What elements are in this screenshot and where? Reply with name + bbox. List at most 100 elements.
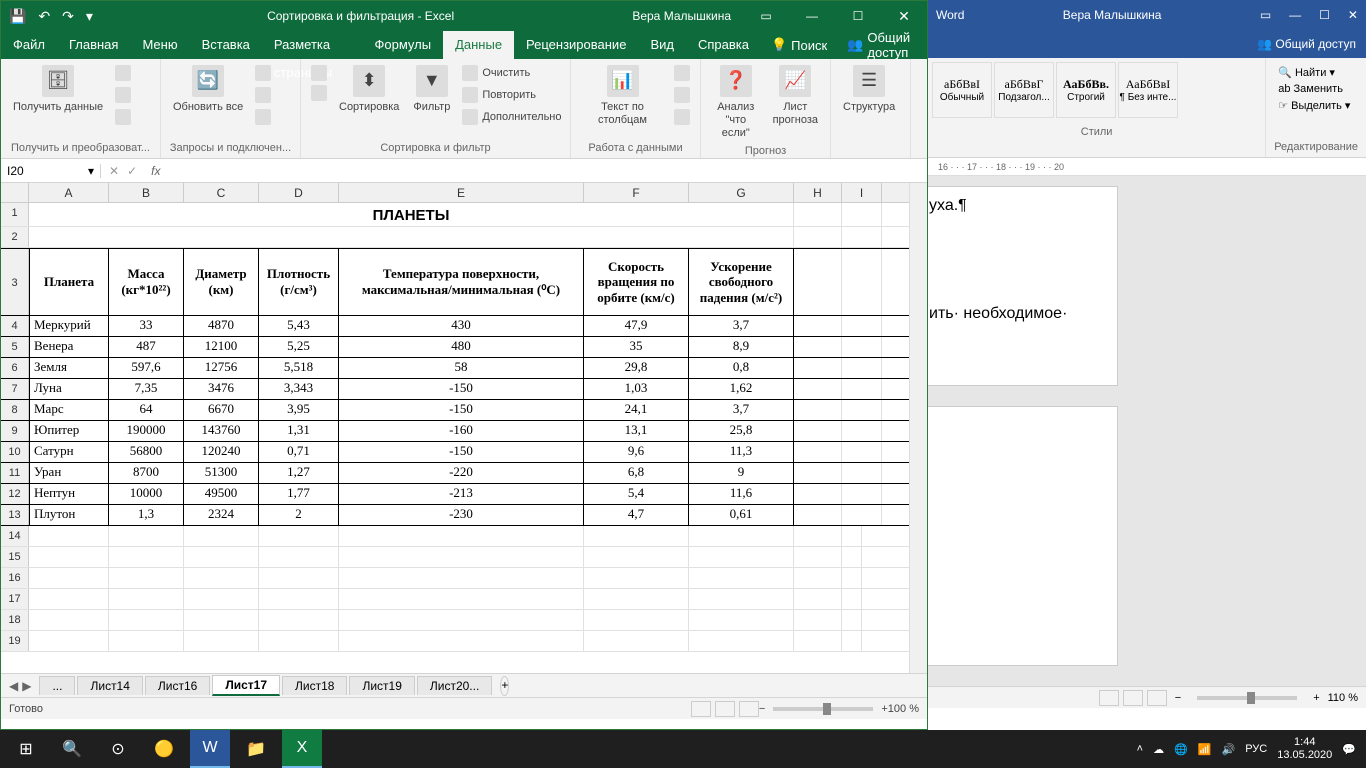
word-web-layout-button[interactable]	[1147, 690, 1167, 706]
enter-icon[interactable]: ✓	[127, 164, 137, 178]
word-ribbon-options-icon[interactable]: ▭	[1260, 8, 1271, 22]
validation-button[interactable]	[672, 107, 692, 127]
data-cell[interactable]: 49500	[184, 484, 259, 504]
data-cell[interactable]: 11,3	[689, 442, 794, 462]
undo-icon[interactable]: ↶	[38, 8, 50, 25]
data-cell[interactable]: 47,9	[584, 316, 689, 336]
row-header[interactable]: 16	[1, 568, 29, 588]
sheet-title-cell[interactable]: ПЛАНЕТЫ	[29, 203, 794, 226]
data-cell[interactable]: 64	[109, 400, 184, 420]
tab-review[interactable]: Рецензирование	[514, 31, 638, 59]
ribbon-options-icon[interactable]: ▭	[743, 1, 789, 31]
style-strong[interactable]: АаБбВв.Строгий	[1056, 62, 1116, 118]
col-header-f[interactable]: F	[584, 183, 689, 202]
data-cell[interactable]: 56800	[109, 442, 184, 462]
tab-insert[interactable]: Вставка	[190, 31, 262, 59]
save-icon[interactable]: 💾	[9, 8, 26, 25]
reapply-button[interactable]: Повторить	[460, 85, 563, 105]
row-header[interactable]: 7	[1, 379, 29, 399]
row-header[interactable]: 2	[1, 227, 29, 247]
queries-button[interactable]	[253, 63, 273, 83]
data-cell[interactable]: Марс	[29, 400, 109, 420]
data-cell[interactable]: Нептун	[29, 484, 109, 504]
row-header[interactable]: 15	[1, 547, 29, 567]
wifi-icon[interactable]: 📶	[1198, 743, 1212, 756]
from-text-button[interactable]	[113, 63, 133, 83]
data-cell[interactable]: -230	[339, 505, 584, 525]
data-cell[interactable]: 3,7	[689, 400, 794, 420]
normal-view-button[interactable]	[691, 701, 711, 717]
data-cell[interactable]: 5,25	[259, 337, 339, 357]
data-cell[interactable]: 5,43	[259, 316, 339, 336]
data-cell[interactable]: 0,61	[689, 505, 794, 525]
network-icon[interactable]: 🌐	[1174, 743, 1188, 756]
row-header[interactable]: 12	[1, 484, 29, 504]
data-cell[interactable]: 51300	[184, 463, 259, 483]
page-layout-button[interactable]	[715, 701, 735, 717]
find-button[interactable]: 🔍 Найти ▾	[1278, 66, 1354, 79]
data-cell[interactable]: 3476	[184, 379, 259, 399]
data-cell[interactable]: 3,7	[689, 316, 794, 336]
col-header-a[interactable]: A	[29, 183, 109, 202]
sheet-tab-17[interactable]: Лист17	[212, 675, 280, 696]
outline-button[interactable]: ☰Структура	[839, 63, 899, 116]
data-cell[interactable]: 1,3	[109, 505, 184, 525]
data-cell[interactable]: 480	[339, 337, 584, 357]
row-header[interactable]: 9	[1, 421, 29, 441]
data-cell[interactable]: 2	[259, 505, 339, 525]
data-cell[interactable]: -220	[339, 463, 584, 483]
maximize-icon[interactable]: ☐	[835, 1, 881, 31]
get-data-button[interactable]: 🗄Получить данные	[9, 63, 107, 116]
row-header[interactable]: 1	[1, 203, 29, 226]
excel-task-icon[interactable]: X	[282, 730, 322, 768]
sheet-nav-first-icon[interactable]: ◀	[9, 679, 18, 693]
data-cell[interactable]: 8700	[109, 463, 184, 483]
search-button[interactable]: 🔍	[52, 730, 92, 768]
yandex-icon[interactable]: ⊙	[98, 730, 138, 768]
tab-menu[interactable]: Меню	[130, 31, 189, 59]
row-header[interactable]: 18	[1, 610, 29, 630]
browser-icon[interactable]: 🟡	[144, 730, 184, 768]
data-cell[interactable]: 5,518	[259, 358, 339, 378]
data-cell[interactable]: 4870	[184, 316, 259, 336]
name-box[interactable]: I20▾	[1, 164, 101, 178]
data-cell[interactable]: 6,8	[584, 463, 689, 483]
data-cell[interactable]: 13,1	[584, 421, 689, 441]
data-cell[interactable]: 25,8	[689, 421, 794, 441]
tab-data[interactable]: Данные	[443, 31, 514, 59]
search-button[interactable]: 💡Поиск	[761, 37, 837, 53]
data-cell[interactable]: -150	[339, 400, 584, 420]
data-cell[interactable]: 24,1	[584, 400, 689, 420]
onedrive-icon[interactable]: ☁	[1153, 743, 1164, 756]
word-ruler[interactable]: 16 · · · 17 · · · 18 · · · 19 · · · 20	[928, 158, 1366, 176]
row-header[interactable]: 6	[1, 358, 29, 378]
sheet-tab-more[interactable]: ...	[39, 676, 75, 695]
word-read-mode-button[interactable]	[1099, 690, 1119, 706]
clear-filter-button[interactable]: Очистить	[460, 63, 563, 83]
row-header[interactable]: 10	[1, 442, 29, 462]
spreadsheet-grid[interactable]: A B C D E F G H I 1 ПЛАНЕТЫ 2	[1, 183, 927, 673]
tab-formulas[interactable]: Формулы	[363, 31, 444, 59]
col-header-h[interactable]: H	[794, 183, 842, 202]
word-close-icon[interactable]: ✕	[1348, 8, 1358, 22]
header-density[interactable]: Плотность (г/см³)	[259, 249, 339, 315]
sheet-tab-14[interactable]: Лист14	[77, 676, 142, 695]
data-cell[interactable]: 3,343	[259, 379, 339, 399]
data-cell[interactable]: 1,31	[259, 421, 339, 441]
col-header-b[interactable]: B	[109, 183, 184, 202]
row-header[interactable]: 5	[1, 337, 29, 357]
data-cell[interactable]: 12756	[184, 358, 259, 378]
word-page-1[interactable]: уха.¶ ить· необходимое·	[928, 186, 1118, 386]
word-task-icon[interactable]: W	[190, 730, 230, 768]
flashfill-button[interactable]	[672, 63, 692, 83]
replace-button[interactable]: ab Заменить	[1278, 83, 1354, 95]
properties-button[interactable]	[253, 85, 273, 105]
zoom-level[interactable]: 100 %	[888, 703, 919, 715]
qat-dropdown-icon[interactable]: ▾	[86, 8, 93, 25]
tab-file[interactable]: Файл	[1, 31, 57, 59]
row-header[interactable]: 19	[1, 631, 29, 651]
data-cell[interactable]: 8,9	[689, 337, 794, 357]
data-cell[interactable]: 29,8	[584, 358, 689, 378]
word-zoom-level[interactable]: 110 %	[1328, 692, 1358, 704]
filter-button[interactable]: ▼Фильтр	[409, 63, 454, 116]
